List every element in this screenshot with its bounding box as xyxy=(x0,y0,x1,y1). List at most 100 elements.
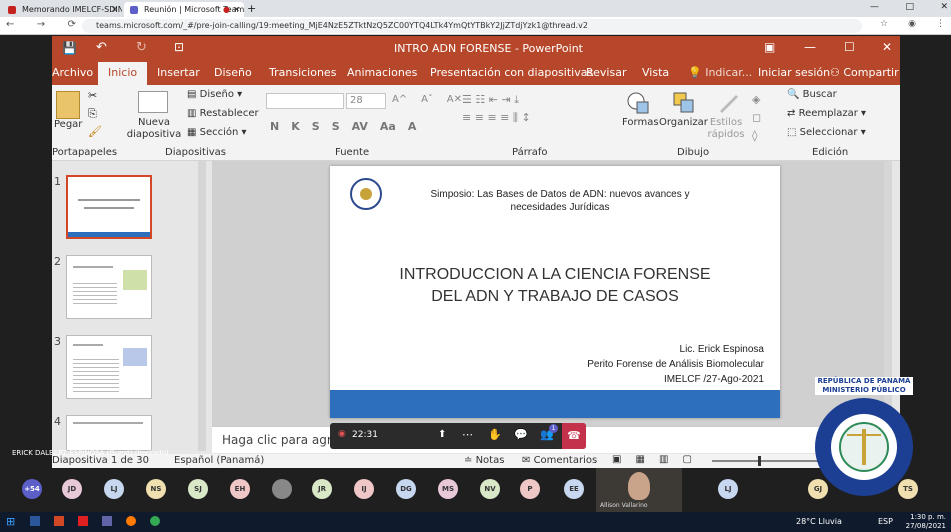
maximize-icon[interactable]: □ xyxy=(905,2,914,12)
slideshow-icon[interactable]: ⊡ xyxy=(174,40,184,54)
comments-toggle[interactable]: ✉ Comentarios xyxy=(522,455,597,466)
participant-avatar[interactable]: EH xyxy=(230,479,250,499)
align-center-icon[interactable]: ≡ xyxy=(475,111,484,124)
minimize-icon[interactable]: — xyxy=(870,2,879,12)
reset-button[interactable]: ▥ Restablecer xyxy=(187,108,259,119)
input-language[interactable]: ESP xyxy=(878,517,893,526)
quick-styles-icon[interactable] xyxy=(716,91,740,115)
outdent-icon[interactable]: ⇥ xyxy=(501,93,510,106)
close-window-icon[interactable]: ✕ xyxy=(940,2,948,12)
tab-presentacion[interactable]: Presentación con diapositivas xyxy=(430,66,593,79)
clear-format-icon[interactable]: A✕ xyxy=(447,94,462,105)
cut-icon[interactable]: ✂ xyxy=(88,89,97,102)
tell-me-input[interactable]: 💡 Indicar... xyxy=(688,66,752,79)
chat-icon[interactable]: 💬 xyxy=(514,428,528,441)
zoom-thumb[interactable] xyxy=(758,456,761,466)
participant-avatar[interactable]: P xyxy=(520,479,540,499)
align-left-icon[interactable]: ≡ xyxy=(462,111,471,124)
participant-video[interactable]: Allison Vallarino xyxy=(596,468,682,512)
hang-up-button[interactable]: ☎ xyxy=(562,423,586,449)
shapes-icon[interactable] xyxy=(626,91,650,115)
justify-icon[interactable]: ≡ xyxy=(500,111,509,124)
outline-icon[interactable]: ◻ xyxy=(752,111,761,124)
browser-tab-memorando[interactable]: Memorando IMELCF-SDIN-793- ✕ xyxy=(2,2,122,17)
slide-thumbnail-2[interactable] xyxy=(66,255,152,319)
new-tab-icon[interactable]: + xyxy=(247,2,256,15)
bullets-icon[interactable]: ☰ xyxy=(462,93,472,106)
quick-styles-label[interactable]: Estilos rápidos xyxy=(706,117,746,141)
sorter-view-icon[interactable]: ▦ xyxy=(636,454,645,465)
columns-icon[interactable]: ⫼ xyxy=(513,111,518,124)
teams-taskbar-icon[interactable] xyxy=(102,516,112,526)
participant-avatar[interactable]: +54 xyxy=(22,479,42,499)
ribbon-display-icon[interactable]: ▣ xyxy=(764,40,775,54)
chrome-icon[interactable] xyxy=(150,516,160,526)
slide-thumbnail-1[interactable] xyxy=(66,175,152,239)
thumbs-scrollbar[interactable] xyxy=(198,161,206,451)
new-slide-label[interactable]: Nueva diapositiva xyxy=(124,117,184,141)
copy-icon[interactable]: ⎘ xyxy=(88,107,97,121)
star-icon[interactable]: ☆ xyxy=(880,19,888,29)
menu-icon[interactable]: ⋮ xyxy=(936,19,945,29)
find-button[interactable]: 🔍 Buscar xyxy=(787,89,837,100)
undo-icon[interactable]: ↶ xyxy=(96,40,107,55)
browser-tab-teams[interactable]: Reunión | Microsoft Teams ● ✕ xyxy=(124,2,244,17)
participant-avatar[interactable]: IJ xyxy=(354,479,374,499)
case-icon[interactable]: Aa xyxy=(380,120,396,133)
reload-icon[interactable]: ⟳ xyxy=(68,19,76,30)
tab-revisar[interactable]: Revisar xyxy=(586,66,626,79)
participant-avatar[interactable]: LJ xyxy=(104,479,124,499)
strikethrough-button[interactable]: S xyxy=(332,120,340,133)
firefox-icon[interactable] xyxy=(126,516,136,526)
slide-thumbnail-4[interactable] xyxy=(66,415,152,451)
tab-diseno[interactable]: Diseño xyxy=(214,66,252,79)
normal-view-icon[interactable]: ▣ xyxy=(612,454,621,465)
tab-vista[interactable]: Vista xyxy=(642,66,669,79)
participant-avatar[interactable]: NS xyxy=(146,479,166,499)
share-button[interactable]: ⚇ Compartir xyxy=(830,66,899,79)
powerpoint-icon[interactable] xyxy=(54,516,64,526)
acrobat-icon[interactable] xyxy=(78,516,88,526)
italic-button[interactable]: K xyxy=(291,120,300,133)
format-painter-icon[interactable]: 🖌 xyxy=(88,125,102,138)
shrink-font-icon[interactable]: Aˇ xyxy=(421,94,433,105)
share-tray-icon[interactable]: ⬆ xyxy=(438,429,446,440)
participant-avatar[interactable] xyxy=(272,479,292,499)
participant-avatar[interactable]: JR xyxy=(312,479,332,499)
participant-avatar[interactable]: JD xyxy=(62,479,82,499)
arrange-icon[interactable] xyxy=(672,91,696,115)
close-icon[interactable]: ✕ xyxy=(111,2,118,17)
save-icon[interactable]: 💾 xyxy=(62,41,77,55)
language-status[interactable]: Español (Panamá) xyxy=(174,455,264,466)
participant-avatar[interactable]: LJ xyxy=(718,479,738,499)
participant-avatar[interactable]: NV xyxy=(480,479,500,499)
tab-insertar[interactable]: Insertar xyxy=(157,66,200,79)
underline-button[interactable]: S xyxy=(312,120,320,133)
char-spacing-button[interactable]: AV xyxy=(352,120,368,133)
paste-icon[interactable] xyxy=(56,91,80,119)
close-icon[interactable]: ✕ xyxy=(233,2,240,17)
maximize-icon[interactable]: ☐ xyxy=(844,40,855,54)
participant-avatar[interactable]: DG xyxy=(396,479,416,499)
notes-toggle[interactable]: ≐ Notas xyxy=(464,455,504,466)
align-right-icon[interactable]: ≡ xyxy=(487,111,496,124)
bold-button[interactable]: N xyxy=(270,120,279,133)
forward-icon[interactable]: → xyxy=(37,19,45,30)
font-size-input[interactable]: 28 xyxy=(346,93,386,109)
reading-view-icon[interactable]: ▥ xyxy=(659,454,668,465)
font-name-input[interactable] xyxy=(266,93,344,109)
windows-start-icon[interactable]: ⊞ xyxy=(6,515,15,528)
line-spacing-icon[interactable]: ↕ xyxy=(521,111,530,124)
replace-button[interactable]: ⇄ Reemplazar ▾ xyxy=(787,108,866,119)
minimize-icon[interactable]: — xyxy=(804,40,816,54)
close-icon[interactable]: ✕ xyxy=(882,40,892,54)
current-slide[interactable]: Simposio: Las Bases de Datos de ADN: nue… xyxy=(330,166,780,418)
new-slide-icon[interactable] xyxy=(138,91,168,113)
fill-icon[interactable]: ◈ xyxy=(752,93,760,106)
back-icon[interactable]: ← xyxy=(6,19,14,30)
participant-avatar[interactable]: SJ xyxy=(188,479,208,499)
participant-avatar[interactable]: EE xyxy=(564,479,584,499)
font-color-icon[interactable]: A xyxy=(408,120,417,133)
word-icon[interactable] xyxy=(30,516,40,526)
raise-hand-icon[interactable]: ✋ xyxy=(488,428,502,441)
